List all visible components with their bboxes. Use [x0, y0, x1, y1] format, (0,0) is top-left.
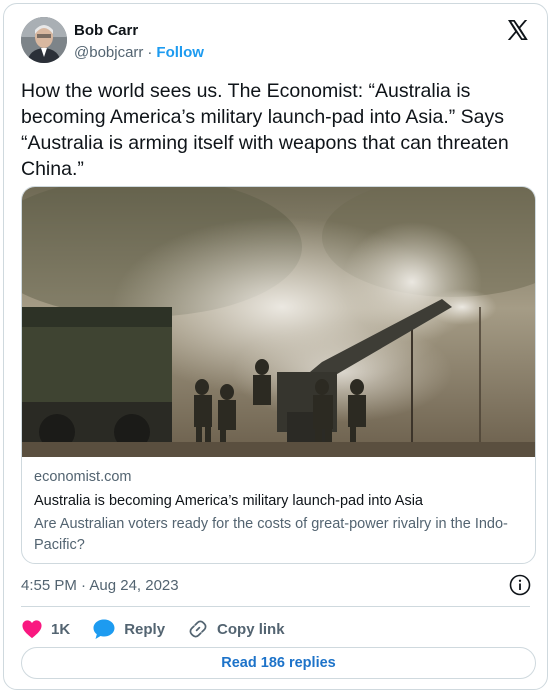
tweet-timestamp[interactable]: 4:55 PM · Aug 24, 2023: [21, 577, 179, 594]
follow-button[interactable]: Follow: [156, 44, 204, 61]
link-icon: [189, 620, 207, 638]
avatar[interactable]: [21, 17, 67, 63]
reply-label: Reply: [124, 620, 166, 638]
copy-link-button[interactable]: Copy link: [187, 618, 285, 640]
info-icon[interactable]: [509, 574, 531, 596]
link-description: Are Australian voters ready for the cost…: [34, 516, 508, 553]
read-replies-button[interactable]: Read 186 replies: [21, 647, 536, 679]
avatar-photo: [21, 17, 67, 63]
link-preview-meta: economist.com Australia is becoming Amer…: [34, 469, 524, 556]
x-logo-icon[interactable]: [505, 18, 529, 42]
link-preview-image: [22, 187, 535, 457]
handle-separator: ·: [147, 44, 153, 61]
action-bar: 1K Reply Copy link: [21, 616, 307, 642]
author-handle[interactable]: @bobjcarr: [74, 44, 143, 61]
reply-bubble-icon: [93, 619, 115, 639]
link-domain: economist.com: [34, 469, 132, 485]
link-title: Australia is becoming America’s military…: [34, 493, 423, 509]
author-handle-row: @bobjcarr · Follow: [74, 44, 204, 61]
reply-button[interactable]: Reply: [92, 618, 165, 640]
author-name[interactable]: Bob Carr: [74, 22, 138, 39]
tweet-embed-card: Bob Carr @bobjcarr · Follow How the world …: [3, 3, 548, 690]
heart-icon: [22, 620, 42, 639]
like-count: 1K: [51, 620, 71, 638]
tweet-text: How the world sees us. The Economist: “A…: [21, 80, 509, 180]
like-button[interactable]: 1K: [21, 619, 70, 639]
copy-link-label: Copy link: [217, 620, 285, 638]
divider: [21, 606, 530, 607]
link-preview-card[interactable]: economist.com Australia is becoming Amer…: [21, 186, 536, 564]
